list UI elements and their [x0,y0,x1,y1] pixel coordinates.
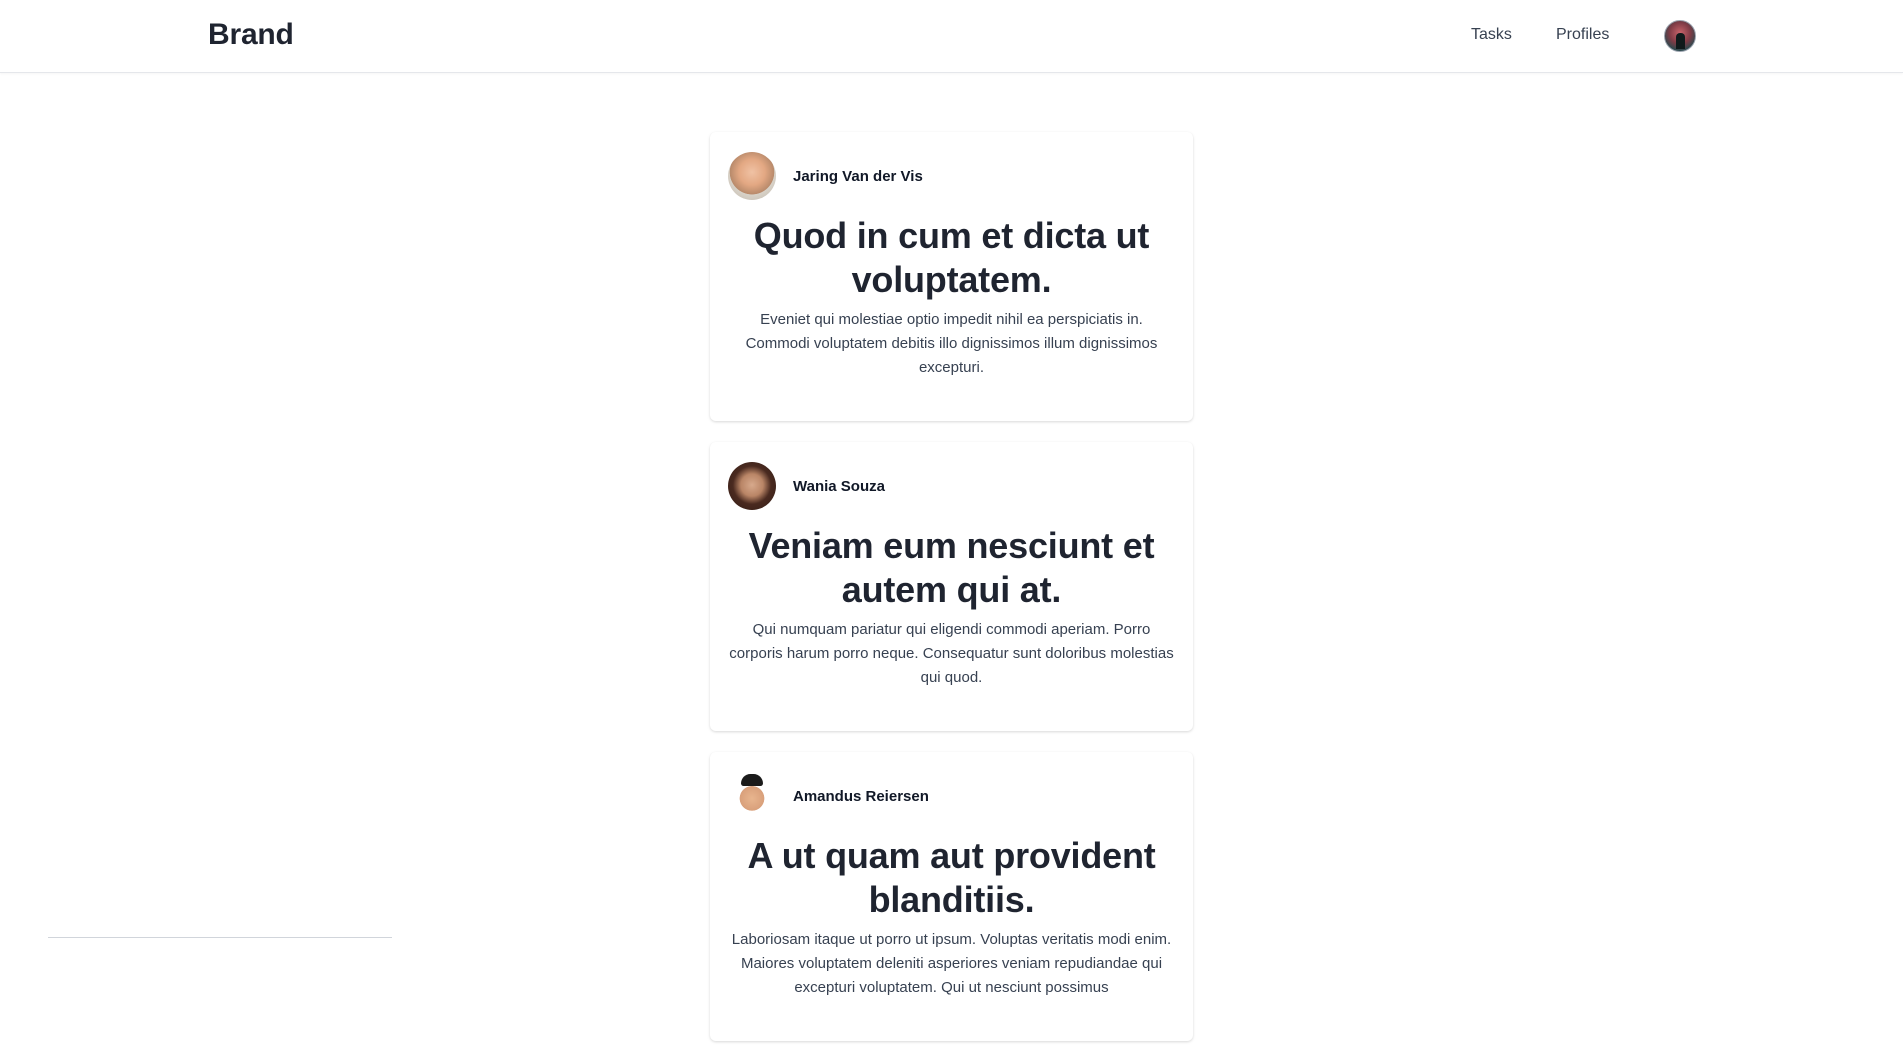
post-body: Laboriosam itaque ut porro ut ipsum. Vol… [731,931,1172,996]
post-header: Jaring Van der Vis [728,151,1175,201]
post-body: Eveniet qui molestiae optio impedit nihi… [745,311,1158,376]
post-card[interactable]: Amandus Reiersen A ut quam aut provident… [710,752,1193,1041]
author-avatar[interactable] [728,462,776,510]
post-card[interactable]: Wania Souza Veniam eum nesciunt et autem… [710,442,1193,731]
post-card[interactable]: Jaring Van der Vis Quod in cum et dicta … [710,132,1193,421]
author-avatar[interactable] [728,772,776,820]
brand-logo[interactable]: Brand [208,18,294,52]
top-navbar: Brand Tasks Profiles [0,0,1903,73]
post-title: Quod in cum et dicta ut voluptatem. [753,215,1150,300]
author-name[interactable]: Amandus Reiersen [793,788,929,805]
author-avatar[interactable] [728,152,776,200]
author-name[interactable]: Wania Souza [793,478,885,495]
user-avatar-icon[interactable] [1664,20,1696,52]
post-body: Qui numquam pariatur qui eligendi commod… [729,621,1174,686]
post-header: Wania Souza [728,461,1175,511]
post-feed: Jaring Van der Vis Quod in cum et dicta … [710,132,1193,1062]
post-title: Veniam eum nesciunt et autem qui at. [748,525,1155,610]
nav-link-profiles[interactable]: Profiles [1556,26,1609,44]
author-name[interactable]: Jaring Van der Vis [793,168,923,185]
post-title: A ut quam aut provident blanditiis. [747,835,1156,920]
post-header: Amandus Reiersen [728,771,1175,821]
nav-link-tasks[interactable]: Tasks [1471,26,1512,44]
